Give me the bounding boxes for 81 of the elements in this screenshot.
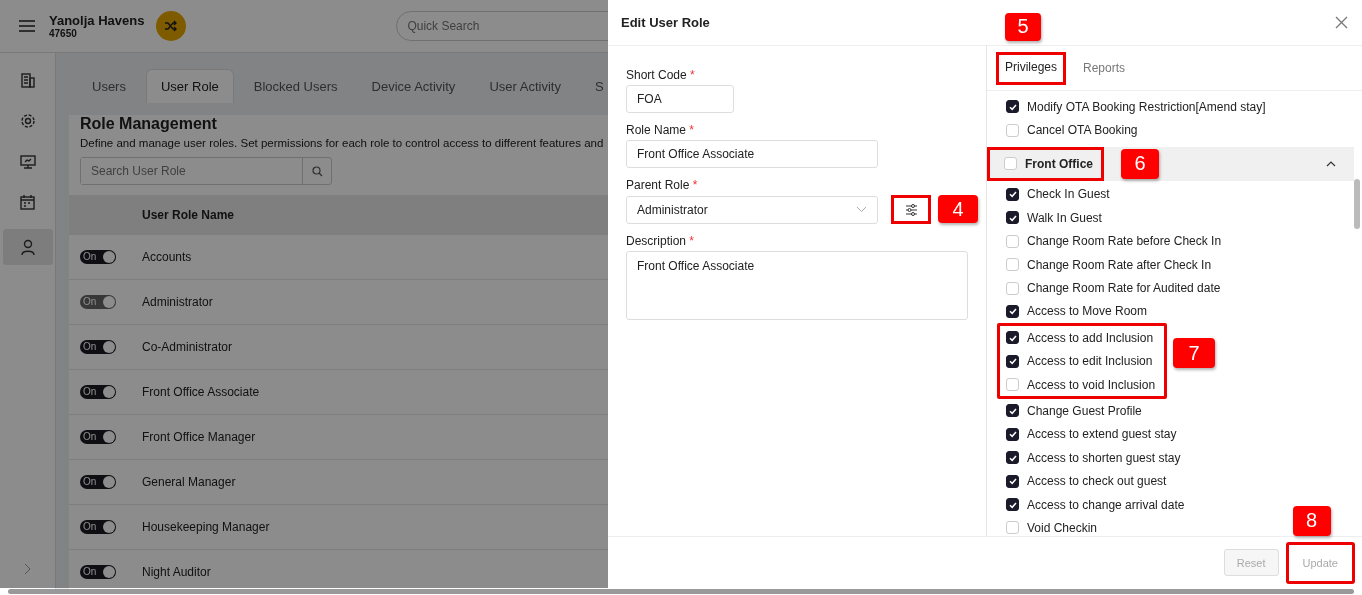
checkbox[interactable] [1006,451,1019,465]
callout-badge: 7 [1173,338,1215,369]
field-label: Parent Role * [626,178,699,192]
search-field[interactable]: Search User Role [80,157,332,185]
table-cell: Accounts [142,250,192,264]
checkbox[interactable] [1006,427,1019,441]
privilege-label: Modify OTA Booking Restriction[Amend stay] [1027,99,1266,114]
dialog-title: Edit User Role [621,15,710,30]
tab[interactable]: Privileges [996,51,1067,85]
table-cell: Co-Administrator [142,340,233,354]
input-field[interactable]: FOA [626,85,734,113]
callout-badge: 6 [1121,148,1159,179]
table-cell: Night Auditor [142,565,211,579]
page-description: Define and manage user roles. Set permissions for each role to control access to different features and [80,137,604,149]
toggle-switch[interactable]: On [80,340,116,354]
page-title: Role Management [80,115,217,133]
group-header[interactable]: Front Office 6 [987,146,1354,181]
chevron-icon [856,206,867,213]
table-cell: General Manager [142,475,236,489]
toggle-switch[interactable]: On [80,250,116,264]
privilege-label: Access to Move Room [1027,304,1148,319]
privilege-label: Access to add Inclusion [1027,330,1154,345]
tab[interactable]: User Activity [475,70,575,103]
person-icon[interactable] [2,229,53,265]
text-area[interactable]: Front Office Associate [626,251,968,320]
scrollbar[interactable] [8,589,1354,594]
checkbox[interactable] [1006,211,1019,225]
shuffle-icon[interactable] [156,11,187,41]
toggle-switch[interactable]: On [80,520,116,534]
close-icon[interactable] [1335,16,1348,29]
checkbox[interactable] [1006,404,1019,418]
privilege-label: Void Checkin [1027,520,1098,535]
hotel-code: 47650 [49,28,78,39]
privilege-label: Change Room Rate for Audited date [1027,281,1221,296]
toggle-switch[interactable]: On [80,475,116,489]
table-cell: Housekeeping Manager [142,520,270,534]
privilege-label: Change Room Rate before Check In [1027,234,1222,249]
tab[interactable]: Blocked Users [239,70,352,103]
checkbox[interactable] [1006,354,1019,368]
toggle-switch[interactable]: On [80,565,116,579]
privilege-label: Access to edit Inclusion [1027,354,1153,369]
sliders-icon [904,203,918,216]
tab[interactable]: User Role [145,69,234,103]
privilege-label: Access to change arrival date [1027,497,1185,512]
field-label: Role Name * [626,123,696,137]
checkbox[interactable] [1006,100,1019,114]
dropdown[interactable]: Administrator [626,195,878,224]
privilege-label: Access to shorten guest stay [1027,450,1181,465]
tab[interactable]: Reports [1074,53,1135,83]
filter-button[interactable] [891,195,931,224]
table-cell: Front Office Associate [142,385,260,399]
hotel-name: Yanolja Havens [49,13,145,28]
checkbox[interactable] [1006,304,1019,318]
checkbox[interactable] [1006,498,1019,512]
toggle-switch[interactable]: On [80,430,116,444]
checkbox[interactable] [1006,474,1019,488]
tab[interactable]: Device Activity [357,70,470,103]
privilege-label: Cancel OTA Booking [1027,123,1138,138]
callout-badge: 4 [938,195,978,223]
field-label: Description * [626,234,696,248]
privilege-label: Access to check out guest [1027,474,1167,489]
input-field[interactable]: Front Office Associate [626,140,878,168]
callout-badge: 5 [1005,12,1041,41]
privilege-label: Walk In Guest [1027,210,1102,225]
privilege-label: Access to extend guest stay [1027,427,1177,442]
tab[interactable]: Users [78,70,140,103]
privilege-label: Change Guest Profile [1027,404,1142,418]
checkbox[interactable] [1006,187,1019,201]
menu-icon[interactable] [19,20,35,32]
privilege-label: Change Room Rate after Check In [1027,257,1212,272]
callout-badge: 8 [1292,505,1331,536]
group-label: Front Office [1025,156,1093,171]
checkbox[interactable] [1006,331,1019,345]
table-cell: Front Office Manager [142,430,256,444]
column-header: User Role Name [142,208,235,222]
privilege-label: Access to void Inclusion [1027,377,1156,392]
privilege-label: Check In Guest [1027,187,1110,202]
chevron-icon[interactable] [1326,160,1336,167]
table-cell: Administrator [142,295,213,309]
field-label: Short Code * [626,68,696,82]
toggle-switch[interactable]: On [80,385,116,399]
